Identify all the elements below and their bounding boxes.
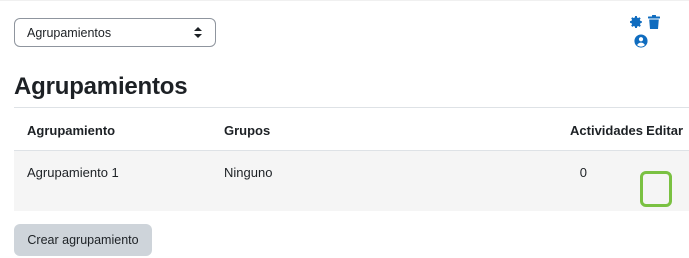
- select-caret-icon: [191, 27, 205, 38]
- top-divider: [0, 0, 689, 9]
- grouping-groups: Ninguno: [224, 165, 273, 180]
- col-header-groups: Grupos: [224, 123, 271, 138]
- grouping-name: Agrupamiento 1: [27, 165, 119, 180]
- grouping-activities-count: 0: [579, 165, 587, 180]
- col-header-activities: Actividades: [570, 123, 643, 138]
- col-header-edit: Editar: [646, 123, 683, 138]
- table-row: Agrupamiento 1 Ninguno 0: [14, 151, 689, 211]
- col-header-grouping: Agrupamiento: [27, 123, 116, 138]
- page-title: Agrupamientos: [14, 73, 188, 100]
- table-header-row: Agrupamiento Grupos Actividades Editar: [14, 108, 689, 151]
- view-select[interactable]: Agrupamientos: [14, 18, 216, 47]
- gear-icon[interactable]: [629, 15, 643, 34]
- groupings-table: Agrupamiento Grupos Actividades Editar A…: [14, 107, 689, 211]
- trash-icon[interactable]: [648, 15, 660, 34]
- edit-actions: [626, 13, 666, 57]
- create-grouping-button[interactable]: Crear agrupamiento: [14, 224, 152, 256]
- user-circle-icon[interactable]: [634, 34, 648, 53]
- view-select-value: Agrupamientos: [27, 25, 112, 40]
